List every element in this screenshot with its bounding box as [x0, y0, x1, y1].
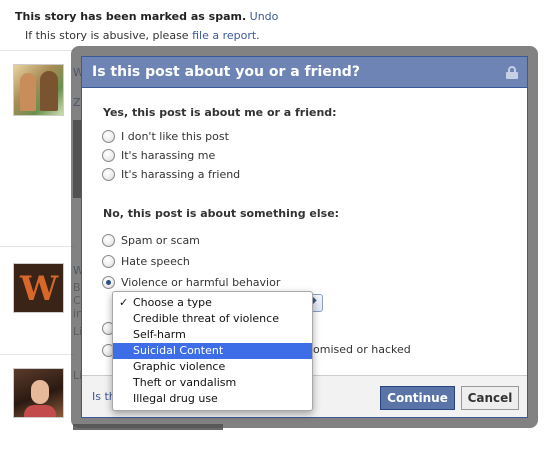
menu-item-credible-threat-of-violence[interactable]: Credible threat of violence [113, 311, 312, 327]
menu-item-suicidal-content[interactable]: Suicidal Content [113, 343, 312, 359]
radio-option-hate-speech[interactable]: Hate speech [102, 254, 190, 268]
radio-label: Violence or harmful behavior [121, 275, 281, 289]
menu-item-self-harm[interactable]: Self-harm [113, 327, 312, 343]
radio-button-checked[interactable] [102, 275, 115, 289]
radio-button[interactable] [102, 129, 115, 143]
radio-option-dislike[interactable]: I don't like this post [102, 129, 229, 143]
radio-option-harassing-me[interactable]: It's harassing me [102, 148, 215, 162]
menu-item-label: Theft or vandalism [133, 376, 237, 389]
menu-item-label: Credible threat of violence [133, 312, 279, 325]
radio-label: It's harassing me [121, 148, 216, 162]
checkmark-icon: ✓ [119, 296, 129, 309]
radio-label: Hate speech [121, 254, 190, 268]
menu-item-label: Choose a type [133, 296, 212, 309]
radio-option-harassing-friend[interactable]: It's harassing a friend [102, 167, 240, 181]
menu-item-illegal-drug-use[interactable]: Illegal drug use [113, 391, 312, 407]
feed-divider [0, 246, 75, 247]
file-report-link[interactable]: file a report [192, 29, 256, 42]
avatar[interactable] [13, 368, 64, 418]
dialog-header: Is this post about you or a friend? [82, 57, 527, 88]
avatar[interactable]: W [13, 263, 64, 313]
feed-divider [0, 50, 75, 51]
menu-item-label: Self-harm [133, 328, 186, 341]
radio-option-spam[interactable]: Spam or scam [102, 233, 200, 247]
radio-button[interactable] [102, 254, 115, 268]
section-title-else: No, this post is about something else: [103, 207, 340, 220]
menu-item-choose-a-type[interactable]: ✓ Choose a type [113, 295, 312, 311]
continue-button[interactable]: Continue [380, 386, 455, 410]
radio-label: It's harassing a friend [121, 167, 241, 181]
spam-notice-text: This story has been marked as spam. [15, 10, 247, 23]
radio-label: I don't like this post [121, 129, 229, 143]
report-period: . [256, 29, 260, 42]
menu-item-theft-or-vandalism[interactable]: Theft or vandalism [113, 375, 312, 391]
lock-icon [506, 66, 518, 79]
section-title-me: Yes, this post is about me or a friend: [103, 106, 337, 119]
radio-label: Spam or scam [121, 233, 200, 247]
feed-divider [0, 354, 75, 355]
violence-type-dropdown-menu[interactable]: ✓ Choose a type Credible threat of violenc… [112, 291, 313, 411]
avatar[interactable] [13, 64, 64, 116]
radio-button[interactable] [102, 148, 115, 162]
radio-button[interactable] [102, 233, 115, 247]
menu-item-graphic-violence[interactable]: Graphic violence [113, 359, 312, 375]
dialog-title: Is this post about you or a friend? [92, 64, 360, 80]
cancel-button[interactable]: Cancel [461, 386, 519, 410]
menu-item-label: Graphic violence [133, 360, 226, 373]
report-prefix: If this story is abusive, please [25, 29, 189, 42]
report-line: If this story is abusive, please file a … [25, 29, 260, 42]
radio-label-compromised-tail: omised or hacked [313, 343, 411, 356]
radio-option-violence[interactable]: Violence or harmful behavior [102, 275, 280, 289]
menu-item-label: Illegal drug use [133, 392, 218, 405]
spam-notice: This story has been marked as spam. Undo [15, 10, 278, 23]
menu-item-label: Suicidal Content [133, 344, 224, 357]
undo-link[interactable]: Undo [250, 10, 279, 23]
radio-button[interactable] [102, 167, 115, 181]
